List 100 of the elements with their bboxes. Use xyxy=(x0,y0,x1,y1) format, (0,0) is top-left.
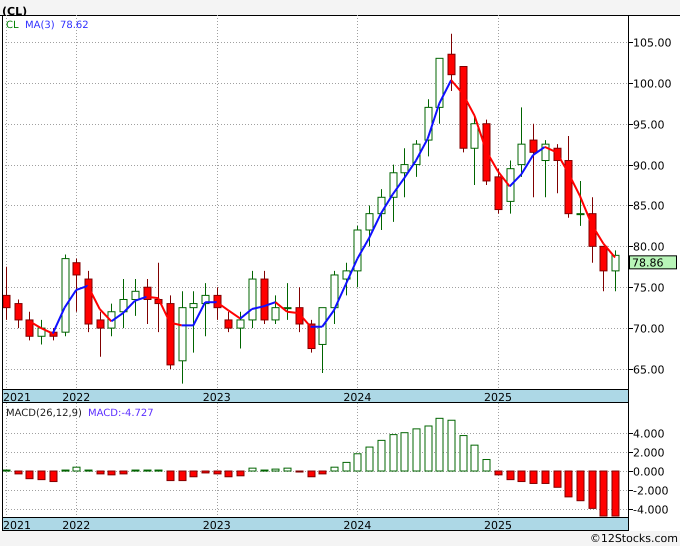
axis-label: 70.00 xyxy=(633,322,664,336)
candlestick xyxy=(3,266,10,320)
histogram-bar xyxy=(482,459,490,472)
histogram-bar xyxy=(14,470,22,474)
histogram-bar xyxy=(296,470,304,473)
histogram-bar xyxy=(248,468,256,472)
candlestick xyxy=(542,140,550,198)
candlestick xyxy=(132,278,140,316)
symbol-label: CL xyxy=(6,20,19,31)
candlestick xyxy=(576,180,584,226)
histogram-bar xyxy=(50,470,58,482)
histogram-bar xyxy=(166,470,174,482)
histogram-bar xyxy=(308,470,316,478)
histogram-bar xyxy=(38,470,46,480)
year-label: 2024 xyxy=(343,391,372,403)
histogram-bar xyxy=(154,470,162,472)
candlestick xyxy=(600,246,608,292)
axis-label: 80.00 xyxy=(633,240,664,254)
candlestick xyxy=(72,258,80,312)
candlestick xyxy=(412,140,420,178)
histogram-bar xyxy=(178,470,186,482)
candlestick xyxy=(96,311,104,358)
histogram-bar xyxy=(448,420,456,472)
axis-label: 95.00 xyxy=(633,118,664,132)
candlestick xyxy=(436,58,444,124)
candlestick xyxy=(154,262,162,333)
indicator-value: MACD:-4.727 xyxy=(88,408,154,419)
candlestick xyxy=(400,148,408,198)
histogram-bar xyxy=(436,418,444,472)
histogram-bar xyxy=(400,432,408,472)
histogram-bar xyxy=(354,453,362,472)
histogram-bar xyxy=(318,470,326,474)
histogram-bar xyxy=(564,470,572,498)
histogram-bar xyxy=(600,470,608,517)
year-label: 2025 xyxy=(484,519,512,531)
axis-label: 4.000 xyxy=(633,428,664,440)
candlestick xyxy=(448,33,456,92)
histogram-bar xyxy=(542,470,550,484)
indicator-label: MA(3) xyxy=(25,20,55,31)
candlestick xyxy=(424,98,432,157)
year-label: 2023 xyxy=(202,391,231,403)
histogram-bar xyxy=(460,435,468,472)
candlestick xyxy=(554,144,562,194)
histogram-bar xyxy=(120,470,128,474)
axis-label: -4.000 xyxy=(633,504,668,516)
candlestick xyxy=(342,262,350,296)
candlestick xyxy=(120,278,128,329)
axis-label: 65.00 xyxy=(633,364,664,376)
histogram-bar xyxy=(96,470,104,474)
histogram-bar xyxy=(62,470,70,472)
histogram-bar xyxy=(108,470,116,476)
candlestick xyxy=(612,250,620,292)
candlestick xyxy=(248,270,256,329)
indicator-label: MACD(26,12,9) xyxy=(6,408,82,419)
candlestick xyxy=(214,286,222,320)
histogram-bar xyxy=(506,470,514,480)
histogram-bar xyxy=(202,470,210,474)
histogram-bar xyxy=(132,470,140,472)
histogram-bar xyxy=(72,466,80,472)
histogram-bar xyxy=(530,470,538,484)
candlestick xyxy=(236,311,244,350)
year-label: 2022 xyxy=(62,391,90,403)
year-label: 2022 xyxy=(62,519,90,531)
candlestick xyxy=(318,307,326,374)
histogram-bar xyxy=(272,468,280,472)
axis-label: -2.000 xyxy=(633,484,668,498)
candlestick xyxy=(284,282,292,320)
candlestick xyxy=(378,188,386,230)
candlestick xyxy=(38,319,46,345)
histogram-bar xyxy=(390,434,398,472)
histogram-bar xyxy=(342,462,350,472)
candlestick xyxy=(330,270,338,324)
axis-label: 90.00 xyxy=(633,160,664,172)
year-label: 2025 xyxy=(484,391,512,403)
histogram-bar xyxy=(588,470,596,509)
candlestick xyxy=(482,119,490,186)
candlestick xyxy=(108,303,116,337)
histogram-bar xyxy=(236,470,244,476)
axis-label: 85.00 xyxy=(633,200,664,212)
histogram-bar xyxy=(424,426,432,472)
histogram-bar xyxy=(412,428,420,472)
candlestick xyxy=(494,168,502,214)
histogram-bar xyxy=(366,446,374,472)
histogram-bar xyxy=(260,470,268,472)
axis-label: 100.00 xyxy=(633,78,672,90)
candlestick xyxy=(506,160,514,214)
candlestick xyxy=(202,282,210,337)
histogram-bar xyxy=(330,466,338,472)
histogram-bar xyxy=(3,470,10,472)
histogram-bar xyxy=(518,470,526,482)
histogram-bar xyxy=(144,470,152,472)
candlestick xyxy=(84,270,92,333)
candlestick xyxy=(260,270,268,324)
year-label: 2023 xyxy=(202,519,231,531)
candlestick xyxy=(354,225,362,288)
axis-label: 2.000 xyxy=(633,446,664,460)
candlestick xyxy=(50,328,58,341)
histogram-bar xyxy=(576,470,584,502)
indicator-value: 78.62 xyxy=(60,20,89,31)
histogram-bar xyxy=(224,470,232,478)
